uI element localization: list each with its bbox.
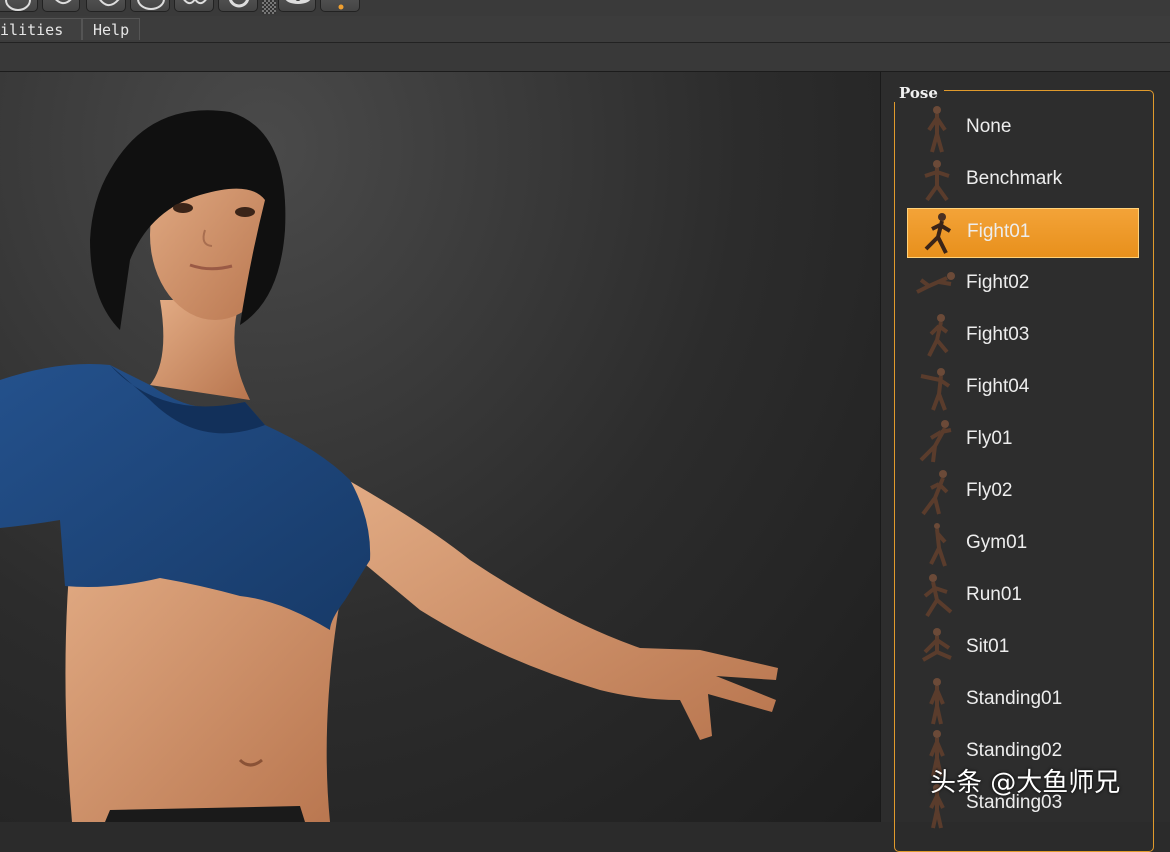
pose-item-label: Fight04 [966, 376, 1030, 397]
shape-icon [99, 0, 120, 6]
dot-tool-button[interactable] [320, 0, 360, 12]
pose-item-label: None [966, 116, 1012, 137]
pose-item-label: Fight01 [967, 221, 1031, 242]
shape-tool-button[interactable] [86, 0, 126, 12]
pose-item-label: Fly02 [966, 480, 1013, 501]
pose-item[interactable]: Fly02 [907, 468, 1139, 518]
pose-thumbnail-icon [929, 523, 947, 567]
3d-viewport[interactable] [0, 72, 880, 822]
pose-item-label: Fight03 [966, 324, 1030, 345]
pose-item-label: Sit01 [966, 636, 1010, 657]
sphere-tool-button[interactable] [0, 0, 38, 12]
pose-thumbnail-icon [927, 106, 947, 153]
eye-tool-button[interactable] [278, 0, 316, 12]
pose-thumbnail-icon [921, 470, 949, 516]
toolbar [0, 0, 1170, 16]
eye-icon [285, 0, 311, 4]
pose-item-label: Gym01 [966, 532, 1028, 553]
pose-thumbnail-icon [924, 160, 950, 202]
pose-item-label: Benchmark [966, 168, 1063, 189]
wings-icon [183, 0, 207, 5]
pose-item[interactable]: Fly01 [907, 416, 1139, 466]
menu-help[interactable]: Help [82, 18, 140, 40]
brush-icon [55, 0, 72, 4]
secondary-toolbar [0, 43, 1170, 72]
brush-tool-button[interactable] [42, 0, 80, 12]
pose-item-label: Fly01 [966, 428, 1013, 449]
pose-thumbnail-icon [929, 678, 945, 725]
ring-icon [228, 0, 250, 8]
pose-panel-title: Pose [893, 84, 944, 102]
watermark: 头条 @大鱼师兄 [930, 768, 1121, 798]
wings-tool-button[interactable] [174, 0, 214, 12]
sphere-icon [5, 0, 31, 11]
pose-item-selected[interactable]: Fight01 [907, 208, 1139, 258]
pose-item[interactable]: Gym01 [907, 520, 1139, 570]
pose-item[interactable]: Standing01 [907, 676, 1139, 726]
menu-bar: tilities Help [0, 16, 1170, 43]
pose-thumbnail-icon [920, 368, 951, 411]
pose-thumbnail-icon [924, 213, 952, 254]
checker-icon[interactable] [262, 0, 276, 14]
pose-thumbnail-icon [923, 574, 953, 618]
pose-item[interactable]: None [907, 104, 1139, 154]
pose-thumbnail-icon [922, 628, 952, 662]
character-model [0, 110, 778, 822]
dot-icon [338, 4, 344, 10]
pose-thumbnail-icon [919, 420, 952, 463]
pose-item-label: Standing01 [966, 688, 1063, 709]
pose-panel: Pose None Benchmark Fight01 Fight02 Figh… [880, 72, 1170, 852]
pose-item[interactable]: Fight02 [907, 260, 1139, 310]
pose-thumbnail-icon [927, 314, 949, 357]
menu-utilities[interactable]: tilities [0, 18, 82, 40]
pose-item[interactable]: Fight03 [907, 312, 1139, 362]
pose-item-label: Run01 [966, 584, 1022, 605]
pose-item[interactable]: Run01 [907, 572, 1139, 622]
pose-thumbnail-icon [916, 272, 955, 294]
mesh-icon [137, 0, 165, 10]
pose-item-label: Standing02 [966, 740, 1063, 761]
pose-item[interactable]: Sit01 [907, 624, 1139, 674]
mesh-tool-button[interactable] [130, 0, 170, 12]
ring-tool-button[interactable] [218, 0, 258, 12]
pose-item[interactable]: Benchmark [907, 156, 1139, 206]
pose-item[interactable]: Fight04 [907, 364, 1139, 414]
pose-item-label: Fight02 [966, 272, 1030, 293]
